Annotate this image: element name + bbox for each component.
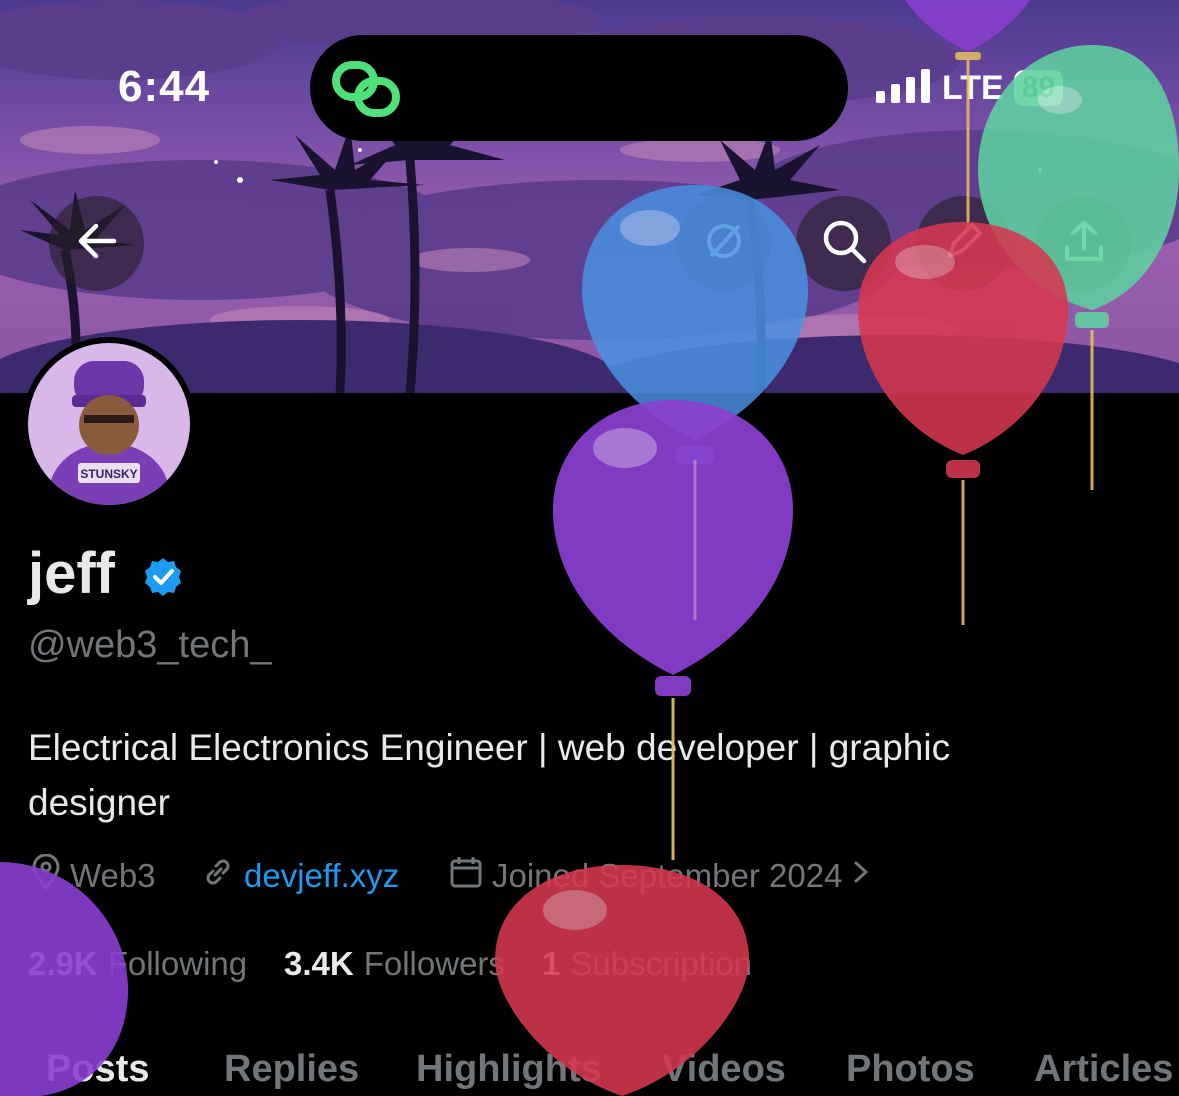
following-count: 2.9K bbox=[28, 945, 98, 982]
edit-button[interactable] bbox=[916, 196, 1011, 291]
followers-label: Followers bbox=[363, 945, 505, 982]
following-stat[interactable]: 2.9K Following bbox=[28, 942, 247, 986]
link-chain-icon bbox=[332, 61, 402, 122]
user-handle: @web3_tech_ bbox=[28, 624, 272, 666]
subscriptions-stat[interactable]: 1 Subscription bbox=[542, 942, 752, 986]
tab-videos[interactable]: Videos bbox=[662, 1048, 786, 1091]
battery-level: 89 bbox=[1013, 70, 1064, 106]
verified-badge-icon[interactable] bbox=[142, 556, 184, 603]
pencil-icon bbox=[944, 221, 984, 266]
avatar-hoodie-text: STUNSKY bbox=[80, 467, 137, 481]
search-icon bbox=[821, 218, 867, 269]
joined-date[interactable]: Joined September 2024 bbox=[448, 854, 872, 898]
avatar-image: STUNSKY bbox=[28, 343, 190, 505]
tab-highlights[interactable]: Highlights bbox=[416, 1048, 602, 1091]
joined-text: Joined September 2024 bbox=[492, 857, 843, 894]
location-text: Web3 bbox=[70, 857, 156, 894]
avatar[interactable]: STUNSKY bbox=[22, 337, 196, 511]
tab-posts[interactable]: Posts bbox=[46, 1048, 149, 1091]
tab-replies[interactable]: Replies bbox=[224, 1048, 359, 1091]
status-indicators: LTE 89 bbox=[876, 68, 1064, 108]
tab-articles[interactable]: Articles bbox=[1034, 1048, 1173, 1091]
followers-stat[interactable]: 3.4K Followers bbox=[284, 942, 505, 986]
location: Web3 bbox=[30, 853, 156, 898]
website[interactable]: devjeff.xyz bbox=[200, 854, 399, 898]
profile-bio: Electrical Electronics Engineer | web de… bbox=[28, 727, 951, 823]
status-time: 6:44 bbox=[118, 62, 211, 111]
chevron-right-icon bbox=[850, 857, 872, 895]
followers-count: 3.4K bbox=[284, 945, 354, 982]
back-button[interactable] bbox=[49, 196, 144, 291]
calendar-icon bbox=[448, 854, 484, 898]
link-icon bbox=[200, 854, 236, 898]
network-type: LTE bbox=[942, 68, 1004, 107]
dynamic-island bbox=[310, 35, 848, 141]
location-pin-icon bbox=[30, 853, 62, 898]
website-link[interactable]: devjeff.xyz bbox=[244, 857, 399, 895]
slash-circle-icon bbox=[703, 220, 745, 267]
cellular-signal-icon bbox=[876, 68, 932, 108]
share-icon bbox=[1063, 219, 1105, 268]
following-label: Following bbox=[107, 945, 248, 982]
tab-photos[interactable]: Photos bbox=[846, 1048, 975, 1091]
subscriptions-label: Subscription bbox=[570, 945, 752, 982]
share-button[interactable] bbox=[1036, 196, 1131, 291]
search-button[interactable] bbox=[796, 196, 891, 291]
grok-button[interactable] bbox=[676, 196, 771, 291]
subscriptions-count: 1 bbox=[542, 945, 561, 982]
arrow-left-icon bbox=[76, 220, 118, 267]
display-name: jeff bbox=[28, 541, 115, 606]
